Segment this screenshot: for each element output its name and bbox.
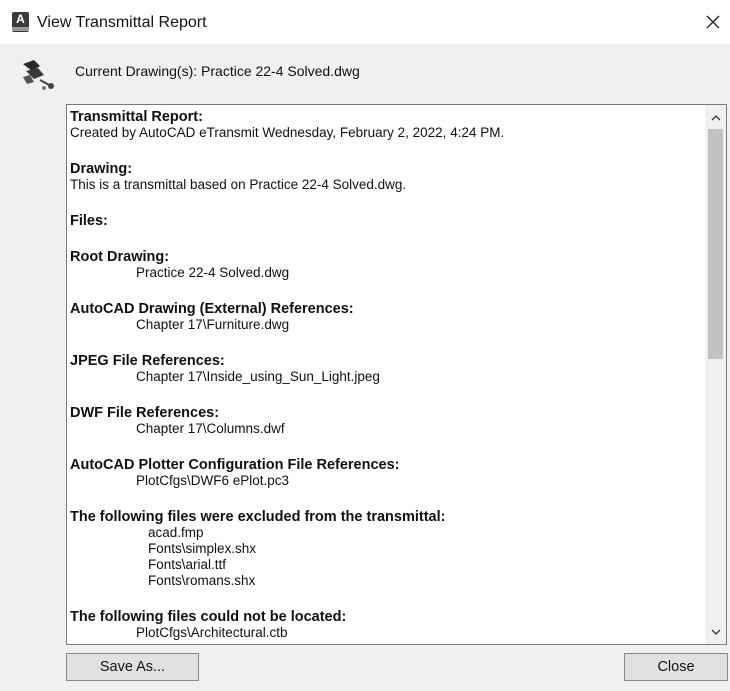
report-line: Chapter 17\Columns.dwf — [136, 421, 285, 436]
report-section-heading: Transmittal Report: — [70, 109, 203, 125]
report-line: Chapter 17\Inside_using_Sun_Light.jpeg — [136, 369, 380, 384]
report-section-heading: Root Drawing: — [70, 249, 170, 265]
report-section: AutoCAD Plotter Configuration File Refer… — [70, 457, 706, 489]
report-section-heading: JPEG File References: — [70, 353, 225, 369]
report-section: Root Drawing: Practice 22-4 Solved.dwg — [70, 249, 706, 281]
report-section: JPEG File References: Chapter 17\Inside_u… — [70, 353, 706, 385]
report-line: Fonts\arial.ttf — [148, 557, 227, 572]
report-line: Created by AutoCAD eTransmit Wednesday, … — [70, 125, 505, 140]
report-section: The following files could not be located… — [70, 609, 706, 641]
report-line: PlotCfgs\DWF6 ePlot.pc3 — [136, 473, 290, 488]
scrollbar-thumb[interactable] — [708, 129, 723, 359]
current-drawing-label: Current Drawing(s): Practice 22-4 Solved… — [75, 63, 360, 79]
report-section-heading: The following files were excluded from t… — [70, 509, 446, 525]
etransmit-icon — [20, 58, 56, 92]
report-line: Practice 22-4 Solved.dwg — [136, 265, 290, 280]
title-bar: A View Transmittal Report — [0, 0, 730, 44]
vertical-scrollbar[interactable] — [705, 105, 726, 644]
report-section: AutoCAD Drawing (External) References: Ch… — [70, 301, 706, 333]
report-line: This is a transmittal based on Practice … — [70, 177, 407, 192]
report-section-heading: AutoCAD Plotter Configuration File Refer… — [70, 457, 400, 473]
chevron-down-icon[interactable] — [705, 622, 726, 642]
autocad-app-icon: A — [12, 12, 29, 32]
report-section-heading: DWF File References: — [70, 405, 220, 421]
report-line: acad.fmp — [148, 525, 204, 540]
transmittal-report-panel[interactable]: Transmittal Report: Created by AutoCAD eT… — [66, 104, 727, 645]
report-line: Fonts\simplex.shx — [148, 541, 257, 556]
close-icon[interactable] — [699, 8, 727, 36]
report-section: The following files were excluded from t… — [70, 509, 706, 589]
report-line: Chapter 17\Furniture.dwg — [136, 317, 290, 332]
window-title: View Transmittal Report — [37, 14, 207, 31]
report-section: Transmittal Report: Created by AutoCAD eT… — [70, 109, 706, 141]
report-section-heading: AutoCAD Drawing (External) References: — [70, 301, 354, 317]
report-section: DWF File References: Chapter 17\Columns.d… — [70, 405, 706, 437]
report-section-heading: The following files could not be located… — [70, 609, 347, 625]
report-line: PlotCfgs\Architectural.ctb — [136, 625, 288, 640]
report-section: Drawing: This is a transmittal based on P… — [70, 161, 706, 193]
report-section-heading: Files: — [70, 213, 108, 229]
report-section: Files: — [70, 213, 706, 229]
close-button[interactable]: Close — [624, 653, 728, 681]
chevron-up-icon[interactable] — [705, 107, 726, 127]
report-content: Transmittal Report: Created by AutoCAD eT… — [70, 109, 706, 644]
report-line: Fonts\romans.shx — [148, 573, 256, 588]
report-section-heading: Drawing: — [70, 161, 133, 177]
save-as-button[interactable]: Save As... — [66, 653, 199, 681]
